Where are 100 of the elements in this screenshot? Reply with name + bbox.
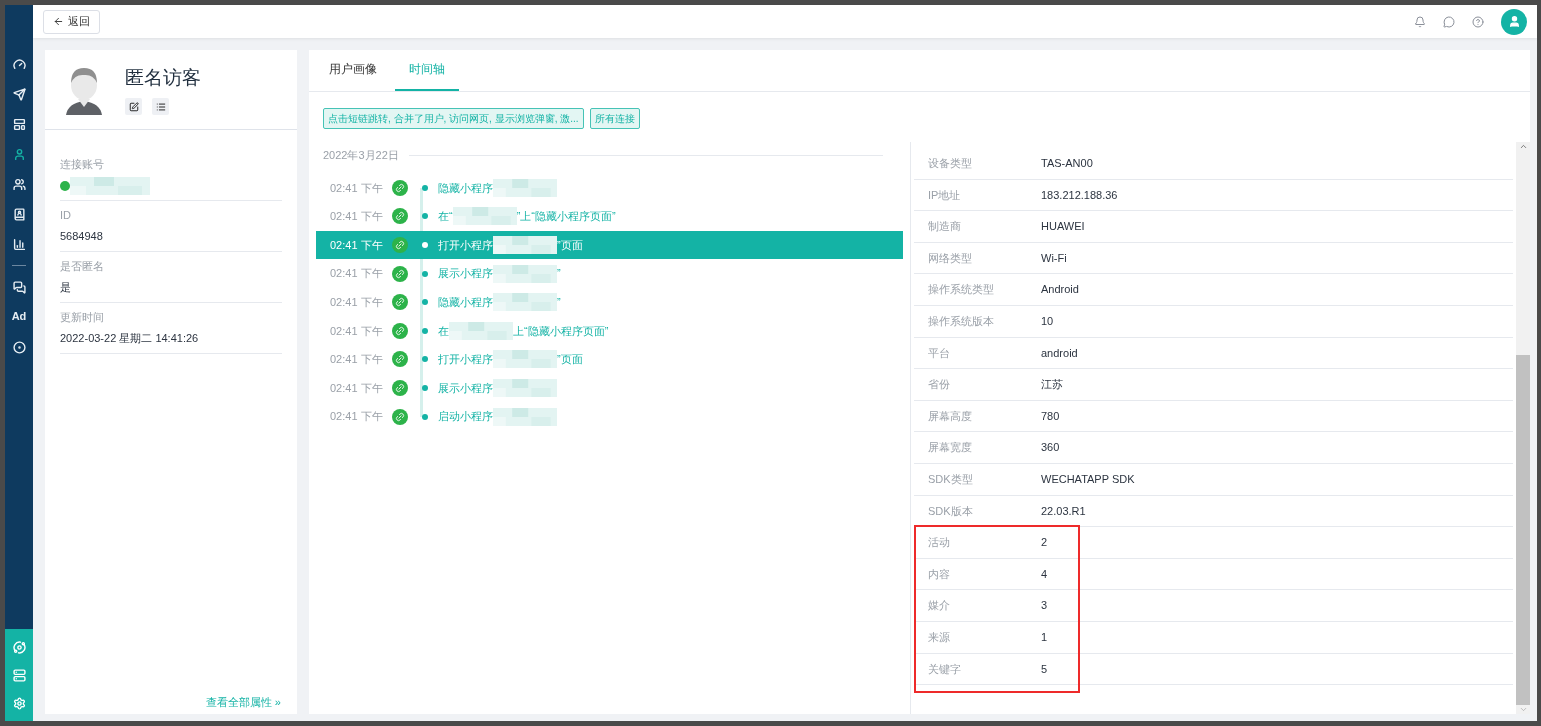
event-time: 02:41 下午: [330, 380, 384, 396]
edit-icon: [128, 101, 139, 112]
list-icon: [155, 101, 166, 112]
edit-button[interactable]: [125, 98, 142, 116]
timeline-row[interactable]: 02:41 下午 展示小程序 ”: [316, 259, 903, 288]
layout-icon[interactable]: [12, 117, 26, 131]
blurred-text-patch: [493, 378, 557, 397]
back-button[interactable]: 返回: [43, 9, 100, 34]
property-value: 183.212.188.36: [1041, 187, 1118, 203]
event-text: ”: [557, 266, 561, 282]
gauge-icon[interactable]: [12, 57, 26, 71]
timeline-row[interactable]: 02:41 下午 在 上“隐藏小程序页面”: [316, 316, 903, 346]
scroll-up-icon[interactable]: [1518, 142, 1528, 151]
blurred-text-patch: [493, 178, 557, 197]
property-label: 操作系统类型: [928, 282, 995, 298]
property-value: android: [1041, 345, 1078, 361]
link-badge-icon: [392, 208, 408, 225]
property-value: HUAWEI: [1041, 219, 1085, 235]
timeline-row[interactable]: 02:41 下午 启动小程序: [316, 402, 903, 431]
user-icon: [1507, 15, 1521, 28]
event-time: 02:41 下午: [330, 237, 384, 253]
bell-icon[interactable]: [1414, 15, 1426, 28]
orbit-icon[interactable]: [12, 640, 26, 654]
property-value: 3: [1041, 598, 1048, 614]
event-text: 隐藏小程序: [438, 294, 493, 310]
timeline-row[interactable]: 02:41 下午 展示小程序: [316, 373, 903, 403]
event-text: 展示小程序: [438, 380, 493, 396]
timeline-row[interactable]: 02:41 下午 打开小程序 ”页面: [316, 345, 903, 374]
tab[interactable]: 时间轴: [395, 49, 459, 91]
bar-chart-icon[interactable]: [12, 237, 26, 251]
filter-tag[interactable]: 点击短链跳转, 合并了用户, 访问网页, 显示浏览弹窗, 激...: [323, 108, 584, 129]
blurred-text-patch: [449, 321, 513, 340]
event-time: 02:41 下午: [330, 409, 384, 425]
event-text: ”: [557, 294, 561, 310]
event-text: 展示小程序: [438, 266, 493, 282]
property-label: 制造商: [928, 219, 962, 235]
blurred-text-patch: [493, 236, 557, 254]
event-time: 02:41 下午: [330, 352, 384, 368]
property-label: 媒介: [928, 598, 951, 614]
property-label: 网络类型: [928, 250, 973, 266]
event-text: 启动小程序: [438, 409, 493, 425]
property-value: 780: [1041, 408, 1060, 424]
event-time: 02:41 下午: [330, 266, 384, 282]
ad-label[interactable]: Ad: [11, 308, 27, 326]
property-value: Android: [1041, 282, 1079, 298]
link-badge-icon: [392, 379, 408, 396]
help-icon[interactable]: [1472, 15, 1484, 28]
property-value: Wi-Fi: [1041, 250, 1067, 266]
property-label: SDK版本: [928, 503, 974, 519]
server-icon[interactable]: [12, 668, 26, 682]
field-label: ID: [60, 207, 72, 223]
timeline-row[interactable]: 02:41 下午 打开小程序 ”页面: [316, 230, 903, 260]
link-badge-icon: [392, 322, 408, 339]
property-label: 平台: [928, 345, 951, 361]
view-all-link[interactable]: 查看全部属性 »: [205, 693, 281, 710]
users-icon[interactable]: [12, 177, 26, 191]
property-value: 2: [1041, 535, 1048, 551]
property-value: 360: [1041, 440, 1060, 456]
property-label: 关键字: [928, 661, 962, 677]
property-value: 10: [1041, 314, 1054, 329]
chat-icon[interactable]: [12, 280, 26, 294]
scrollbar[interactable]: [1516, 142, 1530, 714]
user-avatar[interactable]: [1501, 8, 1527, 35]
field-label: 是否匿名: [60, 258, 105, 274]
field-label: 更新时间: [60, 309, 105, 325]
filter-tag[interactable]: 所有连接: [589, 108, 640, 129]
event-text: 隐藏小程序: [438, 180, 493, 196]
timeline-row[interactable]: 02:41 下午 隐藏小程序: [316, 173, 903, 203]
settings-icon[interactable]: [12, 696, 26, 710]
blurred-text-patch: [493, 350, 557, 369]
tab[interactable]: 用户画像: [321, 49, 385, 91]
property-value: 1: [1041, 629, 1048, 645]
send-icon[interactable]: [12, 87, 26, 101]
event-text: ”页面: [557, 352, 583, 368]
event-text: 上“隐藏小程序页面”: [513, 323, 609, 339]
property-value: 5: [1041, 661, 1048, 677]
event-text: 在: [438, 323, 449, 339]
event-time: 02:41 下午: [330, 209, 384, 225]
blurred-text-patch: [452, 207, 517, 226]
property-value: TAS-AN00: [1041, 156, 1093, 172]
property-label: 内容: [928, 566, 951, 582]
event-text: ”上“隐藏小程序页面”: [516, 209, 616, 225]
arrow-left-icon: [53, 16, 64, 27]
property-label: 设备类型: [928, 156, 973, 172]
link-badge-icon: [392, 294, 408, 311]
contact-book-icon[interactable]: [12, 207, 26, 221]
target-icon[interactable]: [12, 340, 26, 354]
link-badge-icon: [392, 179, 408, 196]
timeline-row[interactable]: 02:41 下午 在“ ”上“隐藏小程序页面”: [316, 202, 903, 231]
chat-bubble-icon[interactable]: [1443, 15, 1455, 28]
property-label: IP地址: [928, 187, 962, 203]
list-button[interactable]: [152, 98, 169, 116]
event-time: 02:41 下午: [330, 323, 384, 339]
property-label: 活动: [928, 535, 951, 551]
event-time: 02:41 下午: [330, 294, 384, 310]
user-icon[interactable]: [12, 147, 26, 161]
event-text: ”页面: [557, 237, 583, 253]
link-badge-icon: [392, 237, 408, 253]
timeline-row[interactable]: 02:41 下午 隐藏小程序 ”: [316, 287, 903, 317]
property-label: 操作系统版本: [928, 314, 995, 329]
